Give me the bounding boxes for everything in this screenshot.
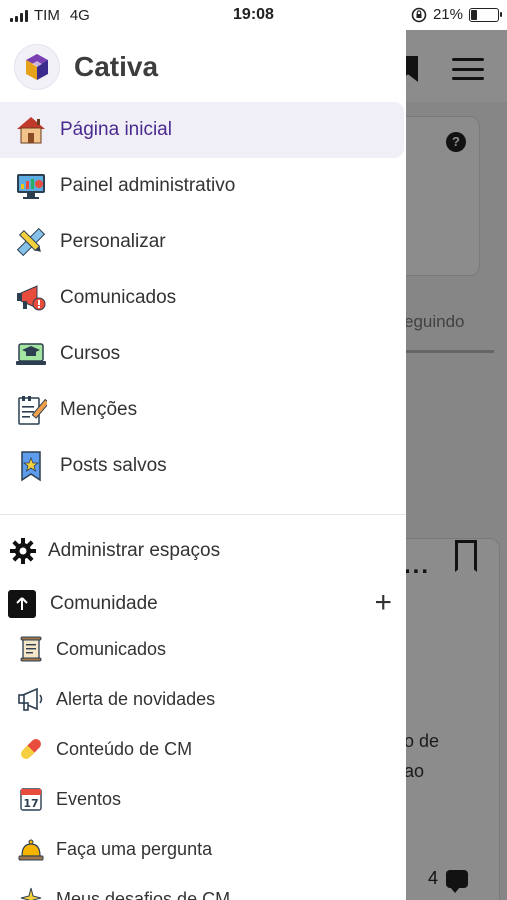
arrow-up-icon	[8, 590, 36, 618]
nav-item-label: Painel administrativo	[60, 175, 236, 196]
battery-icon	[469, 7, 502, 22]
graduation-laptop-icon	[14, 337, 48, 371]
add-space-button[interactable]: +	[374, 586, 392, 620]
nav-item-label: Cursos	[60, 343, 121, 364]
cativa-logo	[14, 44, 60, 90]
community-item-my-challenges[interactable]: Meus desafios de CM	[14, 874, 406, 900]
community-item-announcements[interactable]: Comunicados	[14, 624, 406, 674]
brand-name: Cativa	[74, 51, 159, 82]
nav-item-saved-posts[interactable]: Posts salvos	[0, 438, 406, 494]
community-item-label: Conteúdo de CM	[56, 738, 193, 759]
calendar-day: 17	[23, 797, 38, 810]
nav-item-label: Página inicial	[60, 119, 172, 140]
status-bar: TIM 4G 19:08 21%	[0, 0, 507, 30]
notepad-icon	[14, 393, 48, 427]
gear-icon	[8, 536, 38, 566]
dashboard-monitor-icon	[14, 169, 48, 203]
divider	[0, 514, 406, 515]
community-item-cm-content[interactable]: Conteúdo de CM	[14, 724, 406, 774]
community-item-label: Eventos	[56, 788, 122, 809]
community-item-label: Alerta de novidades	[56, 688, 216, 709]
nav-item-mentions[interactable]: Menções	[0, 382, 406, 438]
nav-item-label: Posts salvos	[60, 455, 167, 476]
community-label: Comunidade	[50, 593, 158, 614]
pencil-ruler-icon	[14, 225, 48, 259]
calendar-icon: 17	[14, 782, 48, 816]
main-nav: Página inicial Painel administrativo Per…	[0, 102, 406, 494]
community-item-label: Meus desafios de CM	[56, 888, 231, 900]
admin-spaces-label: Administrar espaços	[48, 540, 221, 561]
community-item-label: Faça uma pergunta	[56, 838, 213, 859]
bell-icon	[14, 832, 48, 866]
nav-item-courses[interactable]: Cursos	[0, 326, 406, 382]
nav-item-label: Personalizar	[60, 231, 166, 252]
admin-spaces-button[interactable]: Administrar espaços	[8, 536, 220, 566]
nav-item-label: Menções	[60, 399, 138, 420]
community-list: Comunicados Alerta de novidades Conteúdo…	[14, 624, 406, 900]
nav-item-admin-panel[interactable]: Painel administrativo	[0, 158, 406, 214]
battery-percent: 21%	[432, 6, 463, 23]
orientation-lock-icon	[411, 7, 427, 22]
nav-item-label: Comunicados	[60, 287, 177, 308]
bookmark-star-icon	[14, 449, 48, 483]
nav-item-customize[interactable]: Personalizar	[0, 214, 406, 270]
brand[interactable]: Cativa	[14, 44, 158, 90]
megaphone-outline-icon	[14, 682, 48, 716]
side-drawer: Cativa Página inicial Painel administrat…	[0, 30, 406, 900]
community-item-news-alert[interactable]: Alerta de novidades	[14, 674, 406, 724]
megaphone-icon	[14, 281, 48, 315]
community-item-events[interactable]: 17 Eventos	[14, 774, 406, 824]
pill-icon	[14, 732, 48, 766]
community-item-ask-question[interactable]: Faça uma pergunta	[14, 824, 406, 874]
scroll-icon	[14, 632, 48, 666]
house-icon	[14, 113, 48, 147]
nav-item-home[interactable]: Página inicial	[0, 102, 404, 158]
community-section-header[interactable]: Comunidade +	[8, 586, 398, 619]
nav-item-announcements[interactable]: Comunicados	[0, 270, 406, 326]
sparkle-icon	[14, 882, 48, 900]
community-item-label: Comunicados	[56, 638, 167, 659]
